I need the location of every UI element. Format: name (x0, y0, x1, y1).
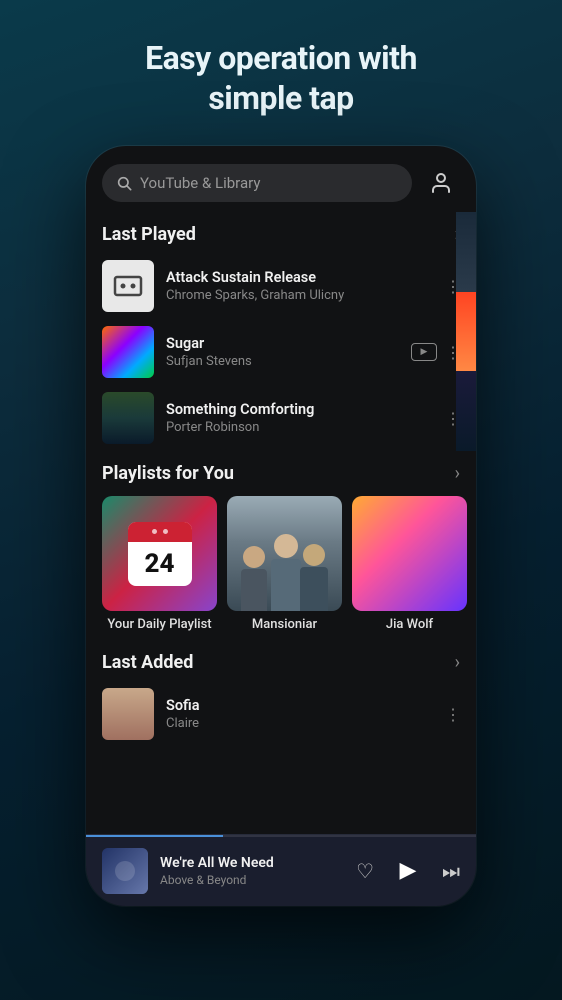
playlists-header: Playlists for You › (86, 451, 476, 492)
playlist-card[interactable]: Mansioniar (227, 496, 342, 632)
search-icon (116, 175, 132, 191)
track-row[interactable]: Something Comforting Porter Robinson ⋮ (86, 385, 476, 451)
player-controls: ♡ ▶ ⏭ (356, 853, 460, 889)
progress-bar (86, 835, 476, 837)
last-played-header: Last Played › (86, 212, 476, 253)
track-row[interactable]: Sugar Sufjan Stevens ⋮ (86, 319, 476, 385)
track-title: Sugar (166, 335, 399, 352)
playlists-section: Playlists for You › 24 (86, 451, 476, 640)
playlist-name: Jia Wolf (352, 617, 467, 632)
last-added-chevron[interactable]: › (455, 652, 460, 673)
bottom-player: We're All We Need Above & Beyond ♡ ▶ ⏭ (86, 834, 476, 906)
play-button[interactable]: ▶ (390, 853, 426, 889)
playlist-card[interactable]: 24 Your Daily Playlist (102, 496, 217, 632)
playlist-card[interactable]: Jia Wolf (352, 496, 467, 632)
last-added-header: Last Added › (86, 640, 476, 681)
track-info: Something Comforting Porter Robinson (166, 401, 433, 435)
track-thumbnail (102, 260, 154, 312)
player-thumbnail (102, 848, 148, 894)
track-title: Something Comforting (166, 401, 433, 418)
player-info: We're All We Need Above & Beyond (160, 855, 344, 887)
last-played-section: Last Played › Attack Sustain Release Chr… (86, 212, 476, 451)
track-row[interactable]: Sofia Claire ⋮ (86, 681, 476, 747)
search-bar-row: YouTube & Library (86, 146, 476, 212)
playlist-thumbnail (352, 496, 467, 611)
track-thumbnail (102, 688, 154, 740)
last-played-title: Last Played (102, 224, 196, 245)
search-placeholder-text: YouTube & Library (140, 174, 260, 192)
youtube-icon[interactable] (411, 343, 437, 361)
calendar-number: 24 (145, 549, 175, 579)
profile-icon[interactable] (422, 164, 460, 202)
track-actions: ⋮ (411, 343, 460, 362)
progress-fill (86, 835, 223, 837)
track-thumbnail (102, 392, 154, 444)
calendar-icon: 24 (128, 522, 192, 586)
track-info: Sofia Claire (166, 697, 433, 731)
track-artist: Porter Robinson (166, 420, 433, 435)
track-artist: Chrome Sparks, Graham Ulicny (166, 288, 433, 303)
track-actions: ⋮ (445, 705, 460, 724)
track-thumbnail (102, 326, 154, 378)
heart-icon[interactable]: ♡ (356, 859, 374, 883)
playlist-name: Mansioniar (227, 617, 342, 632)
track-artist: Claire (166, 716, 433, 731)
playlists-row: 24 Your Daily Playlist (86, 492, 476, 640)
track-info: Attack Sustain Release Chrome Sparks, Gr… (166, 269, 433, 303)
track-artist: Sufjan Stevens (166, 354, 399, 369)
playlists-chevron[interactable]: › (455, 463, 460, 484)
playlist-thumbnail: 24 (102, 496, 217, 611)
track-title: Attack Sustain Release (166, 269, 433, 286)
last-added-section: Last Added › Sofia Claire ⋮ (86, 640, 476, 834)
player-title: We're All We Need (160, 855, 344, 871)
playlist-thumbnail (227, 496, 342, 611)
right-art-strip (456, 212, 476, 451)
more-options-icon[interactable]: ⋮ (445, 705, 460, 724)
page-title: Easy operation with simple tap (105, 0, 457, 146)
track-row[interactable]: Attack Sustain Release Chrome Sparks, Gr… (86, 253, 476, 319)
phone-frame: YouTube & Library Last Played › (86, 146, 476, 906)
skip-icon[interactable]: ⏭ (442, 859, 460, 883)
search-input-wrap[interactable]: YouTube & Library (102, 164, 412, 202)
playlists-title: Playlists for You (102, 463, 234, 484)
track-list: Attack Sustain Release Chrome Sparks, Gr… (86, 253, 476, 451)
track-title: Sofia (166, 697, 433, 714)
last-added-title: Last Added (102, 652, 193, 673)
track-info: Sugar Sufjan Stevens (166, 335, 399, 369)
playlist-name: Your Daily Playlist (102, 617, 217, 632)
player-artist: Above & Beyond (160, 873, 344, 887)
